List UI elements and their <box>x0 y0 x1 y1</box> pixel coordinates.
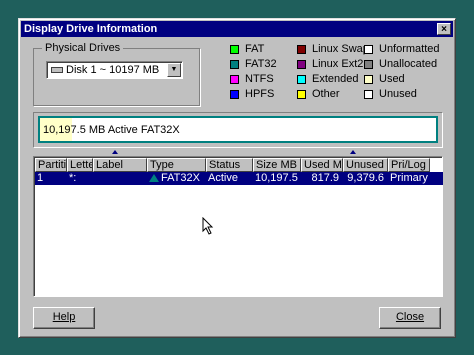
legend-item-unallocated: Unallocated <box>364 58 437 70</box>
legend-label: NTFS <box>245 73 274 85</box>
legend-swatch <box>230 59 239 69</box>
partition-start-marker <box>112 150 118 154</box>
legend-item-unformatted: Unformatted <box>364 43 440 55</box>
partition-bar-panel: 10,197.5 MB Active FAT32X <box>33 112 443 148</box>
cell-type-text: FAT32X <box>161 172 200 184</box>
cell-prilog: Primary <box>390 172 428 184</box>
legend-swatch <box>364 74 373 84</box>
legend-item-extended: Extended <box>297 73 358 85</box>
fat32-partition-icon <box>149 174 159 183</box>
column-header-status[interactable]: Status <box>206 158 253 172</box>
column-header-label[interactable]: Label <box>93 158 147 172</box>
partition-end-marker <box>350 150 356 154</box>
legend-item-fat: FAT <box>230 43 264 55</box>
help-button[interactable]: Help <box>33 307 95 329</box>
legend-swatch <box>364 59 373 69</box>
legend-label: FAT32 <box>245 58 277 70</box>
close-button[interactable]: Close <box>379 307 441 329</box>
close-window-button[interactable]: × <box>437 23 451 35</box>
cell-unused: 9,379.6 <box>347 172 384 184</box>
legend-label: Linux Ext2 <box>312 58 364 70</box>
mouse-cursor-icon <box>202 217 214 235</box>
partition-table: PartitionLetterLabelTypeStatusSize MBUse… <box>33 156 443 297</box>
disk-drive-icon <box>51 67 63 73</box>
column-header-unused-mb[interactable]: Unused MB <box>343 158 388 172</box>
cell-size: 10,197.5 <box>255 172 298 184</box>
legend-label: HPFS <box>245 88 275 100</box>
legend-swatch <box>297 59 306 69</box>
column-header-used-mb[interactable]: Used MB <box>301 158 343 172</box>
cell-used: 817.9 <box>311 172 339 184</box>
legend-swatch <box>297 89 306 99</box>
cell-status: Active <box>208 172 238 184</box>
cell-letter: *: <box>69 172 77 184</box>
column-header-pri-log[interactable]: Pri/Log <box>388 158 430 172</box>
help-button-label: Help <box>52 311 76 323</box>
table-header: PartitionLetterLabelTypeStatusSize MBUse… <box>35 158 430 172</box>
drive-info-dialog: Display Drive Information × Physical Dri… <box>18 18 456 338</box>
legend-swatch <box>230 89 239 99</box>
legend-swatch <box>230 44 239 54</box>
cell-type: FAT32X <box>147 172 206 185</box>
legend-label: Unused <box>379 88 417 100</box>
legend-label: Extended <box>312 73 359 85</box>
column-header-type[interactable]: Type <box>147 158 206 172</box>
partition-bar-text: 10,197.5 MB Active FAT32X <box>43 124 180 136</box>
physical-drives-group: Physical Drives Disk 1 ~ 10197 MB ▼ <box>33 42 200 106</box>
partition-bar[interactable]: 10,197.5 MB Active FAT32X <box>38 116 438 143</box>
legend-label: Unformatted <box>379 43 440 55</box>
legend-item-linux-ext2: Linux Ext2 <box>297 58 363 70</box>
column-header-letter[interactable]: Letter <box>67 158 93 172</box>
physical-drives-label: Physical Drives <box>42 42 124 54</box>
close-button-label: Close <box>395 311 425 323</box>
legend-swatch <box>297 44 306 54</box>
legend-item-other: Other <box>297 88 340 100</box>
legend-swatch <box>364 44 373 54</box>
table-row[interactable]: 1 *: FAT32X Active 10,197.5 817.9 9,379.… <box>35 172 443 185</box>
legend-item-fat32: FAT32 <box>230 58 277 70</box>
legend-item-unused: Unused <box>364 88 417 100</box>
cell-label <box>93 172 147 185</box>
legend-swatch <box>297 74 306 84</box>
legend-swatch <box>364 89 373 99</box>
cell-partition: 1 <box>37 172 44 184</box>
legend-label: Used <box>379 73 405 85</box>
legend-label: Other <box>312 88 340 100</box>
drive-select-value: Disk 1 ~ 10197 MB <box>66 64 160 76</box>
window-title: Display Drive Information <box>24 23 158 35</box>
legend-item-hpfs: HPFS <box>230 88 274 100</box>
legend-item-used: Used <box>364 73 405 85</box>
chevron-down-icon[interactable]: ▼ <box>167 63 181 77</box>
column-header-size-mb[interactable]: Size MB <box>253 158 301 172</box>
legend-item-ntfs: NTFS <box>230 73 274 85</box>
column-header-partition[interactable]: Partition <box>35 158 67 172</box>
legend-swatch <box>230 74 239 84</box>
legend-item-linux-swap: Linux Swap <box>297 43 369 55</box>
drive-select[interactable]: Disk 1 ~ 10197 MB ▼ <box>46 61 183 79</box>
legend-label: Unallocated <box>379 58 438 70</box>
legend-label: Linux Swap <box>312 43 369 55</box>
legend-label: FAT <box>245 43 265 55</box>
title-bar: Display Drive Information × <box>21 21 453 37</box>
